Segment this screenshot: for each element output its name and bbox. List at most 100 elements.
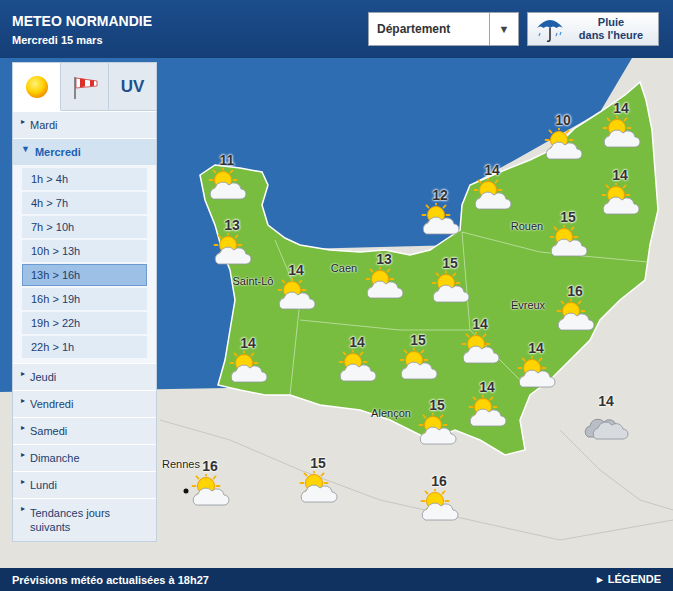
time-slot[interactable]: 13h > 16h <box>22 264 147 286</box>
forecast-pin[interactable]: 14 <box>456 316 504 364</box>
day-marker: ▼ <box>21 141 30 156</box>
tab-label: UV <box>121 77 145 97</box>
update-text: Prévisions météo actualisées à 18h27 <box>12 574 209 586</box>
sun-cloud-icon <box>415 489 463 521</box>
day-item[interactable]: ▸Mardi <box>13 111 156 138</box>
department-select[interactable]: Département▼ <box>368 12 519 46</box>
day-item[interactable]: ▸ Dimanche <box>13 444 156 471</box>
sun-cloud-icon <box>551 299 599 331</box>
header-controls: Département▼Pluiedans l'heure <box>368 12 659 46</box>
forecast-pin[interactable]: 16 <box>415 473 463 521</box>
day-item[interactable]: ▸Vendredi <box>13 390 156 417</box>
time-slot[interactable]: 4h > 7h <box>22 192 147 214</box>
city-dot <box>184 489 189 494</box>
forecast-pin[interactable]: 14 <box>582 393 630 441</box>
city-label: Caen <box>331 262 357 274</box>
day-item[interactable]: ▸Samedi <box>13 417 156 444</box>
panel-tab[interactable] <box>13 63 61 111</box>
temperature: 13 <box>224 217 240 233</box>
sun-cloud-icon <box>203 168 251 200</box>
temperature: 14 <box>472 316 488 332</box>
forecast-pin[interactable]: 16 <box>186 458 234 506</box>
forecast-pin[interactable]: 14 <box>596 167 644 215</box>
forecast-pin[interactable]: 14 <box>272 262 320 310</box>
page-date: Mercredi 15 mars <box>12 34 152 46</box>
sun-cloud-icon <box>544 225 592 257</box>
sun-cloud-icon <box>186 474 234 506</box>
department-border <box>275 232 648 395</box>
forecast-pin[interactable]: 10 <box>539 112 587 160</box>
day-item[interactable]: ▸Jeudi <box>13 363 156 390</box>
header-bar: METEO NORMANDIEMercredi 15 mars Départeme… <box>0 0 673 58</box>
city-label: Rennes <box>162 458 200 470</box>
forecast-pin[interactable]: 15 <box>426 255 474 303</box>
sun-cloud-icon <box>456 332 504 364</box>
land-border <box>160 420 673 540</box>
forecast-pin[interactable]: 15 <box>294 455 342 503</box>
day-item[interactable]: ▸Tendances jours suivants <box>13 498 156 541</box>
time-slot[interactable]: 10h > 13h <box>22 240 147 262</box>
city-label: Saint-Lô <box>233 275 274 287</box>
temperature: 14 <box>349 334 365 350</box>
day-marker: ▸ <box>21 474 25 487</box>
day-label: Mercredi <box>35 145 81 159</box>
sun-cloud-icon <box>597 116 645 148</box>
weather-page: METEO NORMANDIEMercredi 15 mars Départeme… <box>0 0 673 591</box>
time-slot[interactable]: 7h > 10h <box>22 216 147 238</box>
temperature: 14 <box>479 379 495 395</box>
forecast-pin[interactable]: 13 <box>208 217 256 265</box>
temperature: 14 <box>613 100 629 116</box>
day-marker: ▸ <box>21 447 25 460</box>
forecast-pin[interactable]: 14 <box>597 100 645 148</box>
sun-cloud-icon <box>360 267 408 299</box>
umbrella-icon <box>534 14 566 44</box>
forecast-pin[interactable]: 14 <box>224 335 272 383</box>
rain-button-line: dans l'heure <box>579 29 643 42</box>
rain-button[interactable]: Pluiedans l'heure <box>527 12 659 46</box>
sun-icon <box>24 74 50 100</box>
forecast-pin[interactable]: 15 <box>394 332 442 380</box>
time-slot[interactable]: 19h > 22h <box>22 312 147 334</box>
day-item[interactable]: ▼ Mercredi <box>13 138 156 165</box>
day-label: Jeudi <box>30 370 56 384</box>
region-shape <box>200 82 658 455</box>
day-marker: ▸ <box>21 420 25 433</box>
forecast-pin[interactable]: 13 <box>360 251 408 299</box>
forecast-pin[interactable]: 12 <box>416 187 464 235</box>
temperature: 11 <box>220 152 235 168</box>
time-slot[interactable]: 16h > 19h <box>22 288 147 310</box>
temperature: 16 <box>567 283 583 299</box>
day-label: Lundi <box>30 478 57 492</box>
forecast-pin[interactable]: 15 <box>413 397 461 445</box>
day-label: Dimanche <box>30 451 80 465</box>
sun-cloud-icon <box>394 348 442 380</box>
forecast-panel: UV▸Mardi▼Mercredi1h > 4h4h > 7h7h > 10h1… <box>12 62 157 542</box>
temperature: 12 <box>432 187 448 203</box>
forecast-pin[interactable]: 11 <box>203 152 251 200</box>
temperature: 14 <box>528 340 544 356</box>
forecast-pin[interactable]: 16 <box>551 283 599 331</box>
forecast-pin[interactable]: 14 <box>512 340 560 388</box>
sun-cloud-icon <box>426 271 474 303</box>
sun-cloud-icon <box>416 203 464 235</box>
city-label: Rouen <box>511 220 543 232</box>
cloud-icon <box>582 409 630 441</box>
time-slot[interactable]: 1h > 4h <box>22 168 147 190</box>
panel-tab[interactable] <box>61 63 109 111</box>
day-item[interactable]: ▸ Lundi <box>13 471 156 498</box>
land-border <box>560 430 673 510</box>
panel-tab[interactable]: UV <box>109 63 156 111</box>
sun-cloud-icon <box>294 471 342 503</box>
legend-link[interactable]: ▸LÉGENDE <box>597 573 661 586</box>
select-value: Département <box>369 13 489 45</box>
forecast-pin[interactable]: 14 <box>468 162 516 210</box>
forecast-pin[interactable]: 15 <box>544 209 592 257</box>
title-block: METEO NORMANDIEMercredi 15 mars <box>12 13 152 46</box>
forecast-pin[interactable]: 14 <box>333 334 381 382</box>
sun-cloud-icon <box>224 351 272 383</box>
day-label: Tendances jours suivants <box>30 506 148 535</box>
forecast-pin[interactable]: 14 <box>463 379 511 427</box>
time-slot[interactable]: 22h > 1h <box>22 336 147 358</box>
temperature: 14 <box>240 335 256 351</box>
temperature: 14 <box>598 393 614 409</box>
